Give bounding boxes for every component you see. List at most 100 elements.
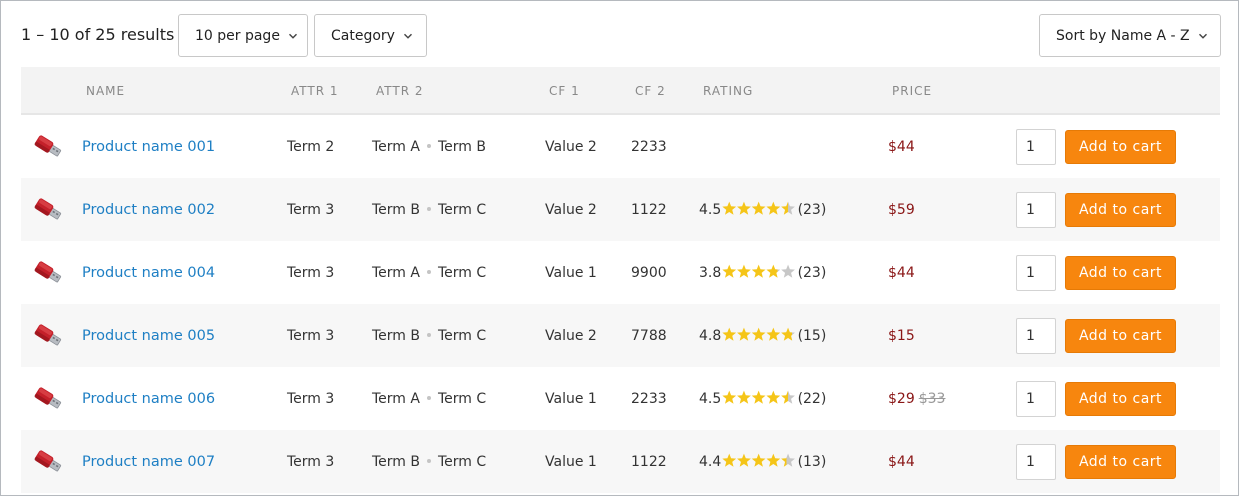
cf2-value: 9900	[631, 264, 667, 281]
star-icon	[722, 264, 737, 278]
price: $15	[888, 328, 915, 344]
star-icon	[766, 264, 781, 278]
current-price: $59	[888, 201, 915, 218]
attr2-term: Term B	[437, 138, 486, 155]
star-icon	[722, 201, 737, 215]
chevron-down-icon	[288, 31, 298, 41]
price: $44	[888, 454, 915, 470]
product-thumbnail-usb-icon[interactable]	[33, 384, 65, 414]
separator-dot-icon	[427, 458, 431, 463]
product-name-link[interactable]: Product name 006	[82, 391, 215, 407]
price: $59	[888, 202, 915, 218]
column-header-price[interactable]: PRICE	[892, 84, 932, 98]
column-header-attr2[interactable]: ATTR 2	[376, 84, 424, 98]
product-thumbnail-usb-icon[interactable]	[33, 132, 65, 162]
review-count: (22)	[797, 390, 827, 407]
rating: 4.5 (23)	[699, 202, 826, 218]
star-icon	[781, 201, 796, 215]
chevron-down-icon	[1198, 31, 1208, 41]
review-count: (23)	[797, 201, 827, 218]
price: $44	[888, 265, 915, 281]
attr2-value: Term A Term C	[372, 391, 486, 407]
product-thumbnail-usb-icon[interactable]	[33, 195, 65, 225]
review-count: (13)	[797, 453, 827, 470]
price: $44	[888, 139, 915, 155]
star-icon	[781, 264, 796, 278]
column-header-attr1[interactable]: ATTR 1	[291, 84, 339, 98]
separator-dot-icon	[427, 332, 431, 337]
product-name-link[interactable]: Product name 007	[82, 454, 215, 470]
cf1-value: Value 1	[545, 264, 597, 281]
attr1-value: Term 3	[287, 327, 335, 344]
attr2-value: Term B Term C	[372, 328, 486, 344]
current-price: $15	[888, 327, 915, 344]
rating: 4.4 (13)	[699, 454, 826, 470]
add-to-cart-button[interactable]: Add to cart	[1065, 444, 1176, 479]
add-to-cart-button[interactable]: Add to cart	[1065, 255, 1176, 290]
star-rating	[722, 264, 796, 279]
table-header: NAME ATTR 1 ATTR 2 CF 1 CF 2 RATING PRIC…	[21, 67, 1220, 115]
star-icon	[737, 201, 752, 215]
cf2-value: 2233	[631, 390, 667, 407]
cf1-value: Value 1	[545, 390, 597, 407]
column-header-cf2[interactable]: CF 2	[635, 84, 666, 98]
star-icon	[766, 453, 781, 467]
add-to-cart-button[interactable]: Add to cart	[1065, 129, 1176, 164]
column-header-rating[interactable]: RATING	[703, 84, 753, 98]
rating: 4.5 (22)	[699, 391, 826, 407]
attr2-term: Term B	[372, 201, 420, 218]
add-to-cart-button[interactable]: Add to cart	[1065, 381, 1176, 416]
rating-value: 4.4	[699, 453, 722, 470]
table-toolbar: 1 – 10 of 25 results 10 per page Categor…	[1, 1, 1238, 67]
table-row: Product name 007 Term 3 Term B Term C Value …	[21, 430, 1220, 493]
quantity-input[interactable]	[1016, 128, 1056, 165]
product-thumbnail-usb-icon[interactable]	[33, 447, 65, 477]
product-name-link[interactable]: Product name 002	[82, 202, 215, 218]
attr1-value: Term 3	[287, 390, 335, 407]
attr2-value: Term A Term C	[372, 265, 486, 281]
star-icon	[752, 327, 766, 341]
table-row: Product name 006 Term 3 Term A Term C Value …	[21, 367, 1220, 430]
cf1-value: Value 2	[545, 138, 597, 155]
product-name-link[interactable]: Product name 005	[82, 328, 215, 344]
product-name-link[interactable]: Product name 001	[82, 139, 215, 155]
per-page-label: 10 per page	[195, 27, 280, 44]
add-to-cart-button[interactable]: Add to cart	[1065, 192, 1176, 227]
product-table: NAME ATTR 1 ATTR 2 CF 1 CF 2 RATING PRIC…	[21, 67, 1220, 493]
product-name-link[interactable]: Product name 004	[82, 265, 215, 281]
star-icon	[781, 327, 796, 341]
column-header-name[interactable]: NAME	[86, 84, 125, 98]
add-to-cart-button[interactable]: Add to cart	[1065, 318, 1176, 353]
star-icon	[722, 390, 737, 404]
product-thumbnail-usb-icon[interactable]	[33, 258, 65, 288]
per-page-dropdown[interactable]: 10 per page	[178, 14, 308, 57]
table-row: Product name 001 Term 2 Term A Term B Value …	[21, 115, 1220, 178]
star-rating	[722, 453, 796, 468]
star-icon	[781, 453, 796, 467]
rating-value: 3.8	[699, 264, 722, 281]
review-count: (23)	[797, 264, 827, 281]
star-rating	[722, 390, 796, 405]
table-row: Product name 002 Term 3 Term B Term C Value …	[21, 178, 1220, 241]
current-price: $44	[888, 453, 915, 470]
product-thumbnail-usb-icon[interactable]	[33, 321, 65, 351]
cf1-value: Value 1	[545, 453, 597, 470]
quantity-input[interactable]	[1016, 380, 1056, 417]
attr2-term: Term C	[438, 201, 487, 218]
attr1-value: Term 3	[287, 264, 335, 281]
rating: 3.8 (23)	[699, 265, 826, 281]
quantity-input[interactable]	[1016, 191, 1056, 228]
star-icon	[752, 390, 766, 404]
star-icon	[781, 390, 796, 404]
quantity-input[interactable]	[1016, 317, 1056, 354]
attr1-value: Term 3	[287, 201, 335, 218]
quantity-input[interactable]	[1016, 254, 1056, 291]
sort-dropdown[interactable]: Sort by Name A - Z	[1039, 14, 1221, 57]
quantity-input[interactable]	[1016, 443, 1056, 480]
column-header-cf1[interactable]: CF 1	[549, 84, 580, 98]
star-icon	[737, 390, 752, 404]
price: $29 $33	[888, 391, 945, 407]
rating: 4.8 (15)	[699, 328, 826, 344]
rating-value: 4.5	[699, 390, 722, 407]
category-dropdown[interactable]: Category	[314, 14, 427, 57]
